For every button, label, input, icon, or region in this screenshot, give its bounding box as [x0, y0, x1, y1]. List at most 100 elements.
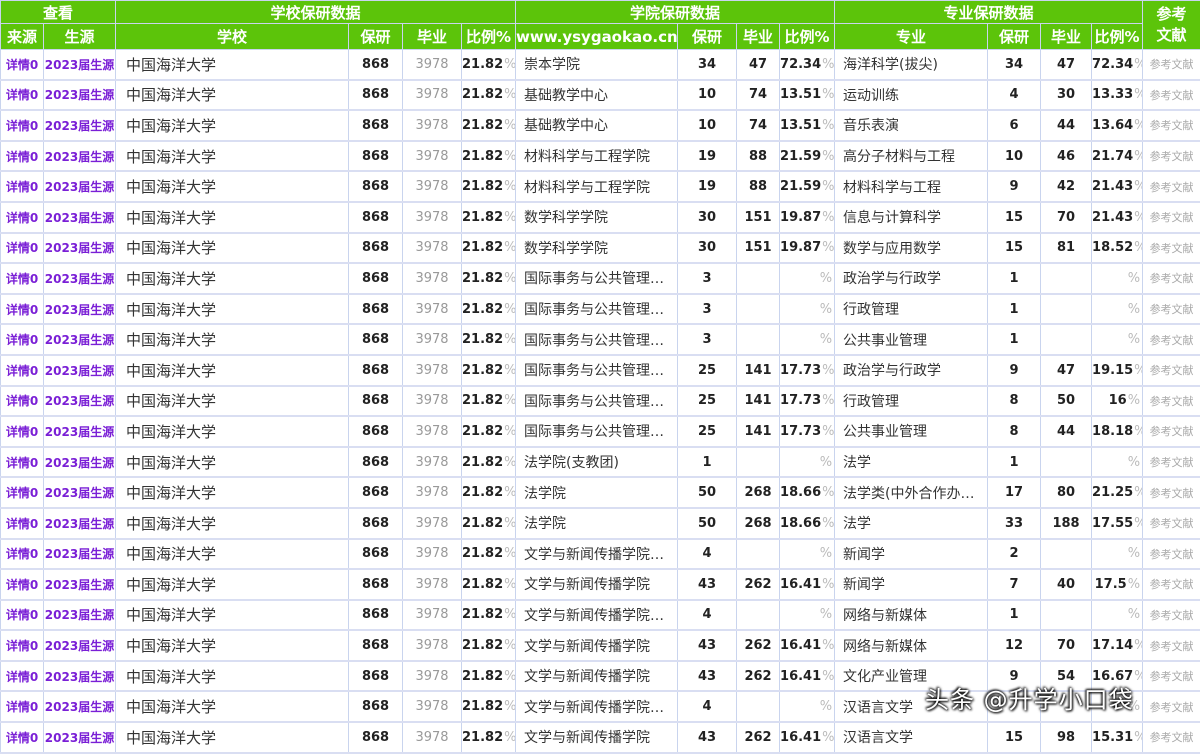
- college-ratio: 13.51%: [780, 110, 835, 141]
- detail-link[interactable]: 详情0: [1, 661, 44, 692]
- students-link[interactable]: 2023届生源: [44, 569, 116, 600]
- students-link[interactable]: 2023届生源: [44, 80, 116, 111]
- detail-link[interactable]: 详情0: [1, 110, 44, 141]
- detail-link[interactable]: 详情0: [1, 600, 44, 631]
- students-link[interactable]: 2023届生源: [44, 600, 116, 631]
- school-baoyan-count: 868: [349, 80, 403, 111]
- table-row: 详情02023届生源中国海洋大学868397821.82%法学院5026818.…: [1, 477, 1200, 508]
- students-link[interactable]: 2023届生源: [44, 477, 116, 508]
- students-link[interactable]: 2023届生源: [44, 661, 116, 692]
- detail-link[interactable]: 详情0: [1, 508, 44, 539]
- reference-link[interactable]: 参考文献: [1143, 171, 1200, 202]
- college-ratio-value: 16.41: [780, 730, 821, 745]
- college-ratio-value: 16.41: [780, 577, 821, 592]
- detail-link[interactable]: 详情0: [1, 691, 44, 722]
- detail-link[interactable]: 详情0: [1, 630, 44, 661]
- detail-link[interactable]: 详情0: [1, 355, 44, 386]
- reference-link[interactable]: 参考文献: [1143, 569, 1200, 600]
- detail-link[interactable]: 详情0: [1, 294, 44, 325]
- detail-link[interactable]: 详情0: [1, 263, 44, 294]
- reference-link[interactable]: 参考文献: [1143, 355, 1200, 386]
- major-graduate-count: [1041, 447, 1092, 478]
- college-ratio: %: [780, 691, 835, 722]
- reference-link[interactable]: 参考文献: [1143, 539, 1200, 570]
- table-row: 详情02023届生源中国海洋大学868397821.82%国际事务与公共管理…3…: [1, 294, 1200, 325]
- reference-link[interactable]: 参考文献: [1143, 477, 1200, 508]
- reference-link[interactable]: 参考文献: [1143, 324, 1200, 355]
- college-graduate-count: 262: [737, 661, 780, 692]
- reference-link[interactable]: 参考文献: [1143, 80, 1200, 111]
- students-link[interactable]: 2023届生源: [44, 141, 116, 172]
- students-link[interactable]: 2023届生源: [44, 263, 116, 294]
- reference-link[interactable]: 参考文献: [1143, 416, 1200, 447]
- reference-link[interactable]: 参考文献: [1143, 661, 1200, 692]
- detail-link[interactable]: 详情0: [1, 171, 44, 202]
- college-ratio-value: 13.51: [780, 87, 821, 102]
- college-baoyan-count: 25: [678, 355, 737, 386]
- detail-link[interactable]: 详情0: [1, 416, 44, 447]
- percent-sign: %: [1128, 455, 1140, 470]
- major-name: 公共事业管理: [835, 324, 988, 355]
- students-link[interactable]: 2023届生源: [44, 691, 116, 722]
- reference-link[interactable]: 参考文献: [1143, 50, 1200, 80]
- reference-link[interactable]: 参考文献: [1143, 141, 1200, 172]
- reference-link[interactable]: 参考文献: [1143, 600, 1200, 631]
- students-link[interactable]: 2023届生源: [44, 416, 116, 447]
- school-graduate-count: 3978: [403, 600, 462, 631]
- reference-link[interactable]: 参考文献: [1143, 691, 1200, 722]
- students-link[interactable]: 2023届生源: [44, 630, 116, 661]
- detail-link[interactable]: 详情0: [1, 477, 44, 508]
- percent-sign: %: [1134, 57, 1142, 72]
- college-graduate-count: 88: [737, 171, 780, 202]
- students-link[interactable]: 2023届生源: [44, 447, 116, 478]
- detail-link[interactable]: 详情0: [1, 233, 44, 264]
- percent-sign: %: [822, 638, 834, 653]
- detail-link[interactable]: 详情0: [1, 324, 44, 355]
- percent-sign: %: [504, 240, 515, 255]
- students-link[interactable]: 2023届生源: [44, 324, 116, 355]
- percent-sign: %: [1128, 302, 1140, 317]
- reference-link[interactable]: 参考文献: [1143, 263, 1200, 294]
- detail-link[interactable]: 详情0: [1, 141, 44, 172]
- major-ratio-value: 21.25: [1092, 485, 1133, 500]
- detail-link[interactable]: 详情0: [1, 539, 44, 570]
- reference-link[interactable]: 参考文献: [1143, 630, 1200, 661]
- college-ratio-value: 19.87: [780, 210, 821, 225]
- detail-link[interactable]: 详情0: [1, 202, 44, 233]
- students-link[interactable]: 2023届生源: [44, 386, 116, 417]
- table-row: 详情02023届生源中国海洋大学868397821.82%文学与新闻传播学院…4…: [1, 539, 1200, 570]
- students-link[interactable]: 2023届生源: [44, 202, 116, 233]
- school-ratio-value: 21.82: [462, 87, 503, 102]
- students-link[interactable]: 2023届生源: [44, 355, 116, 386]
- students-link[interactable]: 2023届生源: [44, 539, 116, 570]
- school-name: 中国海洋大学: [116, 50, 349, 80]
- reference-link[interactable]: 参考文献: [1143, 294, 1200, 325]
- college-graduate-count: 141: [737, 416, 780, 447]
- students-link[interactable]: 2023届生源: [44, 722, 116, 753]
- students-link[interactable]: 2023届生源: [44, 508, 116, 539]
- school-graduate-count: 3978: [403, 233, 462, 264]
- reference-link[interactable]: 参考文献: [1143, 508, 1200, 539]
- college-name: 崇本学院: [516, 50, 678, 80]
- school-name: 中国海洋大学: [116, 171, 349, 202]
- detail-link[interactable]: 详情0: [1, 447, 44, 478]
- reference-link[interactable]: 参考文献: [1143, 386, 1200, 417]
- detail-link[interactable]: 详情0: [1, 722, 44, 753]
- detail-link[interactable]: 详情0: [1, 50, 44, 80]
- students-link[interactable]: 2023届生源: [44, 171, 116, 202]
- students-link[interactable]: 2023届生源: [44, 233, 116, 264]
- detail-link[interactable]: 详情0: [1, 569, 44, 600]
- reference-link[interactable]: 参考文献: [1143, 202, 1200, 233]
- school-graduate-count: 3978: [403, 477, 462, 508]
- school-baoyan-count: 868: [349, 691, 403, 722]
- students-link[interactable]: 2023届生源: [44, 110, 116, 141]
- reference-link[interactable]: 参考文献: [1143, 447, 1200, 478]
- reference-link[interactable]: 参考文献: [1143, 722, 1200, 753]
- students-link[interactable]: 2023届生源: [44, 50, 116, 80]
- reference-link[interactable]: 参考文献: [1143, 110, 1200, 141]
- school-graduate-count: 3978: [403, 416, 462, 447]
- detail-link[interactable]: 详情0: [1, 386, 44, 417]
- reference-link[interactable]: 参考文献: [1143, 233, 1200, 264]
- detail-link[interactable]: 详情0: [1, 80, 44, 111]
- students-link[interactable]: 2023届生源: [44, 294, 116, 325]
